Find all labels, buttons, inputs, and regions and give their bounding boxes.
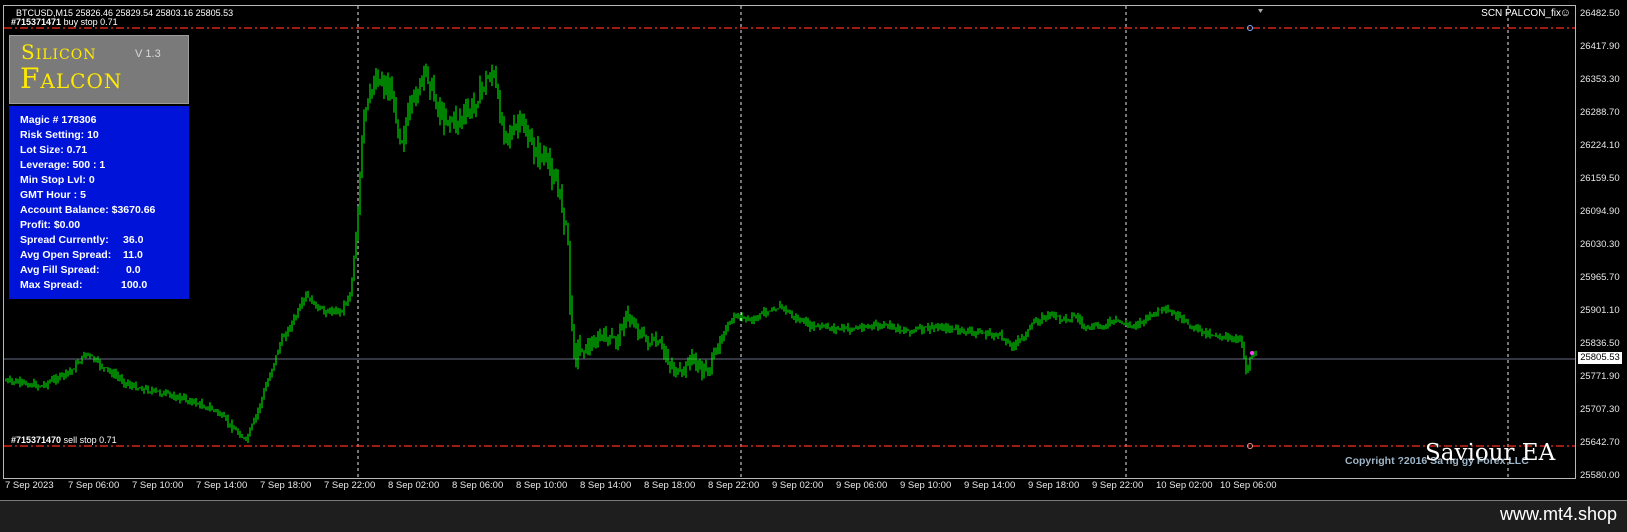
info-risk: Risk Setting: 10 bbox=[20, 129, 99, 141]
brand-version: V 1.3 bbox=[135, 48, 161, 60]
price-tick-label: 25580.00 bbox=[1580, 470, 1620, 481]
info-leverage-text: Leverage: 500 : 1 bbox=[20, 159, 106, 171]
info-avg-open-spread-value: 11.0 bbox=[123, 249, 143, 261]
price-tick-label: 26482.50 bbox=[1580, 8, 1620, 19]
time-tick-label: 8 Sep 06:00 bbox=[452, 480, 504, 491]
sell-stop-order-label[interactable]: #715371470 sell stop 0.71 bbox=[11, 435, 117, 445]
info-spread-current-label: Spread Currently: bbox=[20, 234, 109, 246]
buy-stop-text: buy stop 0.71 bbox=[63, 17, 118, 27]
time-tick-label: 7 Sep 2023 bbox=[5, 480, 54, 491]
time-tick-label: 10 Sep 06:00 bbox=[1220, 480, 1277, 491]
price-tick-label: 26030.30 bbox=[1580, 239, 1620, 250]
indicator-name: SCN PALCON_fix bbox=[1481, 8, 1561, 19]
info-avg-open-spread-label: Avg Open Spread: bbox=[20, 249, 112, 261]
price-tick-label: 26288.70 bbox=[1580, 107, 1620, 118]
info-profit: Profit: $0.00 bbox=[20, 219, 80, 231]
time-tick-label: 7 Sep 10:00 bbox=[132, 480, 184, 491]
time-tick-label: 7 Sep 18:00 bbox=[260, 480, 312, 491]
info-spread-current: Spread Currently: 36.0 bbox=[20, 234, 143, 246]
brand-line-1: Silicon bbox=[21, 40, 97, 64]
info-magic-text: Magic # 178306 bbox=[20, 114, 97, 126]
time-tick-label: 9 Sep 18:00 bbox=[1028, 480, 1080, 491]
info-min-stop: Min Stop Lvl: 0 bbox=[20, 174, 95, 186]
info-risk-text: Risk Setting: 10 bbox=[20, 129, 99, 141]
current-price-tag: 25805.53 bbox=[1578, 352, 1622, 364]
time-tick-label: 7 Sep 06:00 bbox=[68, 480, 120, 491]
info-max-spread-value: 100.0 bbox=[121, 279, 148, 291]
info-avg-fill-spread-label: Avg Fill Spread: bbox=[20, 264, 100, 276]
smiley-icon[interactable]: ☺ bbox=[1560, 7, 1571, 19]
sell-stop-text: sell stop 0.71 bbox=[63, 435, 117, 445]
price-tick-label: 26417.90 bbox=[1580, 41, 1620, 52]
price-tick-label: 25642.70 bbox=[1580, 437, 1620, 448]
buy-stop-order-label[interactable]: #715371471 buy stop 0.71 bbox=[11, 17, 118, 27]
current-bar-marker bbox=[1250, 351, 1254, 355]
time-tick-label: 8 Sep 10:00 bbox=[516, 480, 568, 491]
time-tick-label: 8 Sep 22:00 bbox=[708, 480, 760, 491]
time-tick-label: 8 Sep 18:00 bbox=[644, 480, 696, 491]
info-gmt-hour: GMT Hour : 5 bbox=[20, 189, 86, 201]
time-tick-label: 9 Sep 22:00 bbox=[1092, 480, 1144, 491]
candlestick-chart[interactable] bbox=[4, 6, 1576, 479]
price-tick-label: 25707.30 bbox=[1580, 404, 1620, 415]
time-tick-label: 9 Sep 14:00 bbox=[964, 480, 1016, 491]
time-tick-label: 10 Sep 02:00 bbox=[1156, 480, 1213, 491]
time-tick-label: 9 Sep 06:00 bbox=[836, 480, 888, 491]
info-leverage: Leverage: 500 : 1 bbox=[20, 159, 105, 171]
info-spread-current-value: 36.0 bbox=[123, 234, 144, 246]
time-tick-label: 7 Sep 22:00 bbox=[324, 480, 376, 491]
ea-info-panel: Magic # 178306 Risk Setting: 10 Lot Size… bbox=[9, 106, 189, 299]
info-avg-open-spread: Avg Open Spread: 11.0 bbox=[20, 249, 143, 261]
price-tick-label: 25771.90 bbox=[1580, 371, 1620, 382]
info-lot: Lot Size: 0.71 bbox=[20, 144, 87, 156]
site-watermark: www.mt4.shop bbox=[1499, 504, 1617, 524]
price-chart-plot[interactable] bbox=[3, 5, 1576, 479]
ea-brand-header: Silicon Falcon V 1.3 bbox=[9, 35, 189, 104]
time-tick-label: 9 Sep 02:00 bbox=[772, 480, 824, 491]
info-avg-fill-spread-value: 0.0 bbox=[126, 264, 141, 276]
info-avg-fill-spread: Avg Fill Spread: 0.0 bbox=[20, 264, 141, 276]
time-tick-label: 7 Sep 14:00 bbox=[196, 480, 248, 491]
info-max-spread-label: Max Spread: bbox=[20, 279, 83, 291]
info-lot-text: Lot Size: 0.71 bbox=[20, 144, 88, 156]
chart-window[interactable]: BTCUSD,M15 25826.46 25829.54 25803.16 25… bbox=[0, 0, 1627, 501]
time-tick-label: 9 Sep 10:00 bbox=[900, 480, 952, 491]
time-tick-label: 8 Sep 14:00 bbox=[580, 480, 632, 491]
info-gmt-hour-text: GMT Hour : 5 bbox=[20, 189, 86, 201]
ea-name-label: Saviour EA bbox=[1425, 440, 1556, 466]
sell-stop-ticket: #715371470 bbox=[11, 435, 62, 445]
info-profit-text: Profit: $0.00 bbox=[20, 219, 81, 231]
info-min-stop-text: Min Stop Lvl: 0 bbox=[20, 174, 95, 186]
time-tick-label: 8 Sep 02:00 bbox=[388, 480, 440, 491]
price-tick-label: 26353.30 bbox=[1580, 74, 1620, 85]
price-tick-label: 26224.10 bbox=[1580, 140, 1620, 151]
chart-shift-marker bbox=[1258, 9, 1263, 13]
info-balance-text: Account Balance: $3670.66 bbox=[20, 204, 156, 216]
price-tick-label: 25965.70 bbox=[1580, 272, 1620, 283]
price-tick-label: 26159.50 bbox=[1580, 173, 1620, 184]
info-max-spread: Max Spread: 100.0 bbox=[20, 279, 147, 291]
price-tick-label: 26094.90 bbox=[1580, 206, 1620, 217]
buy-stop-ticket: #715371471 bbox=[11, 17, 62, 27]
price-tick-label: 25836.50 bbox=[1580, 338, 1620, 349]
price-tick-label: 25901.10 bbox=[1580, 305, 1620, 316]
info-balance: Account Balance: $3670.66 bbox=[20, 204, 155, 216]
info-magic: Magic # 178306 bbox=[20, 114, 96, 126]
brand-line-2: Falcon bbox=[20, 62, 123, 95]
